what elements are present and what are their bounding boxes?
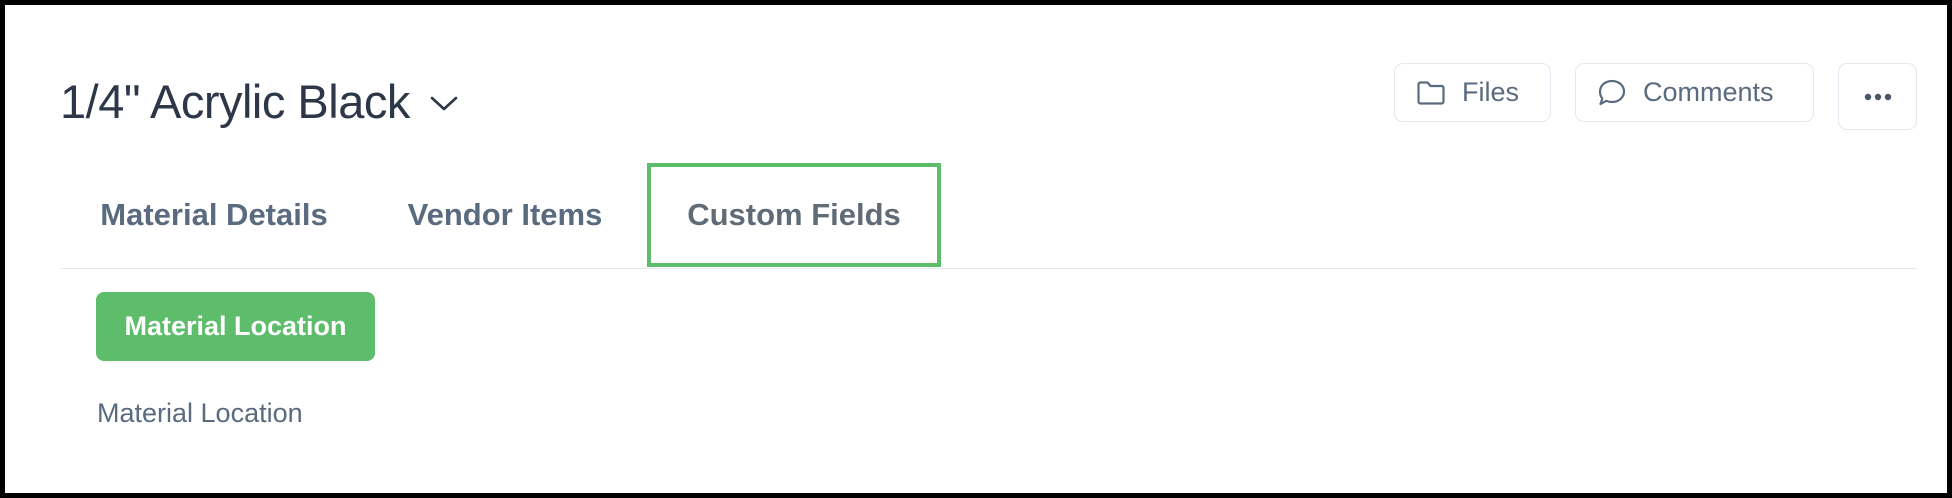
tab-material-details[interactable]: Material Details: [96, 163, 332, 267]
folder-icon: [1416, 80, 1446, 106]
comments-button[interactable]: Comments: [1575, 63, 1814, 122]
tab-vendor-items[interactable]: Vendor Items: [403, 163, 607, 267]
material-location-button[interactable]: Material Location: [96, 292, 375, 361]
page-title: 1/4" Acrylic Black: [60, 74, 410, 128]
ellipsis-icon: [1864, 88, 1892, 106]
files-button[interactable]: Files: [1394, 63, 1551, 122]
more-options-button[interactable]: [1838, 63, 1917, 130]
files-label: Files: [1462, 77, 1520, 107]
title-row: 1/4" Acrylic Black: [60, 69, 460, 133]
material-location-label: Material Location: [97, 398, 303, 428]
speech-bubble-icon: [1597, 78, 1627, 108]
chevron-down-icon[interactable]: [428, 88, 460, 120]
header-actions: Files Comments: [1394, 63, 1917, 130]
comments-label: Comments: [1643, 77, 1774, 107]
page-frame: 1/4" Acrylic Black Files Comments Materi…: [5, 5, 1947, 493]
tab-bar: Material Details Vendor Items Custom Fie…: [60, 163, 1917, 269]
tab-custom-fields[interactable]: Custom Fields: [647, 163, 941, 267]
